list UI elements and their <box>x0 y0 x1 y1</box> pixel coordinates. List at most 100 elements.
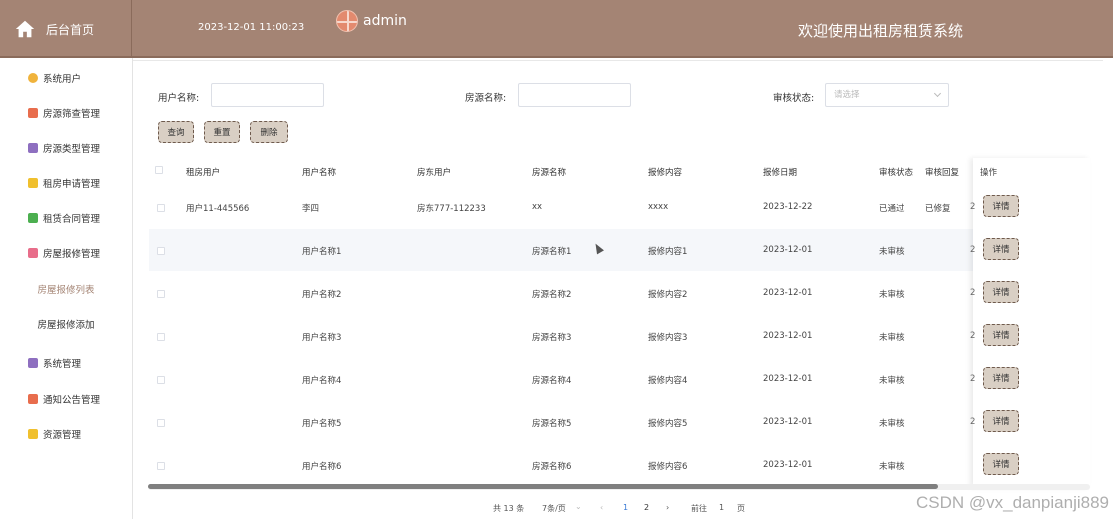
reset-button[interactable]: 重置 <box>204 121 240 143</box>
chevron-down-icon <box>933 89 942 98</box>
cell-review-reply: 已修复 <box>925 204 951 214</box>
house-name-label: 房源名称: <box>465 93 507 104</box>
cell-review-status: 未审核 <box>879 247 905 257</box>
col-repair-content: 报修内容 <box>648 168 683 178</box>
status-label: 审核状态: <box>773 93 815 104</box>
status-select[interactable]: 请选择 <box>825 83 949 107</box>
sidebar-item-house-screening[interactable]: 房源筛查管理 <box>0 101 132 125</box>
detail-button[interactable]: 详情 <box>983 238 1019 260</box>
cell-review-status: 未审核 <box>879 462 905 472</box>
clipped-cell-text: 2 <box>970 331 976 341</box>
gear-icon <box>28 73 38 83</box>
sidebar-item-label: 房屋报修管理 <box>43 249 101 260</box>
table-row[interactable]: 用户名称6 房源名称6 报修内容6 2023-12-01 未审核 <box>149 444 1090 486</box>
table-row[interactable]: 用户名称4 房源名称4 报修内容4 2023-12-01 未审核 <box>149 358 1090 400</box>
sidebar-item-house-type[interactable]: 房源类型管理 <box>0 136 132 160</box>
table-row[interactable]: 用户名称1 房源名称1 报修内容1 2023-12-01 未审核 <box>149 229 1090 271</box>
sidebar-item-system-management[interactable]: 系统管理 <box>0 351 132 375</box>
row-checkbox[interactable] <box>157 333 165 341</box>
page-2[interactable]: 2 <box>644 503 649 512</box>
table-row[interactable]: 用户名称2 房源名称2 报修内容2 2023-12-01 未审核 <box>149 272 1090 314</box>
username-input[interactable] <box>211 83 324 107</box>
delete-button[interactable]: 删除 <box>250 121 288 143</box>
grid-icon <box>28 394 38 404</box>
row-checkbox[interactable] <box>157 419 165 427</box>
document-icon <box>28 248 38 258</box>
user-menu[interactable]: admin <box>336 10 407 32</box>
cell-repair-date: 2023-12-01 <box>763 374 813 384</box>
sidebar-item-resources[interactable]: 资源管理 <box>0 422 132 446</box>
table-row[interactable]: 用户名称3 房源名称3 报修内容3 2023-12-01 未审核 <box>149 315 1090 357</box>
total-count: 共 13 条 <box>493 504 525 513</box>
table-row[interactable]: 用户11-445566 李四 房东777-112233 xx xxxx 2023… <box>149 186 1090 228</box>
sidebar-item-rent-application[interactable]: 租房申请管理 <box>0 171 132 195</box>
detail-button[interactable]: 详情 <box>983 367 1019 389</box>
cell-review-status: 已通过 <box>879 204 905 214</box>
page-title: 欢迎使用出租房租赁系统 <box>797 22 963 40</box>
sidebar-item-notices[interactable]: 通知公告管理 <box>0 387 132 411</box>
sidebar-item-repair-list[interactable]: 房屋报修列表 <box>0 277 132 301</box>
page-1[interactable]: 1 <box>623 503 628 512</box>
select-all-checkbox[interactable] <box>155 166 163 174</box>
row-checkbox[interactable] <box>157 290 165 298</box>
sidebar-item-label: 房源类型管理 <box>43 144 101 155</box>
cell-username: 用户名称1 <box>302 247 342 257</box>
cell-review-status: 未审核 <box>879 333 905 343</box>
current-datetime: 2023-12-01 11:00:23 <box>198 22 305 33</box>
goto-label: 前往 <box>691 504 707 513</box>
sidebar-item-repair-add[interactable]: 房屋报修添加 <box>0 312 132 336</box>
clipped-cell-text: 2 <box>970 245 976 255</box>
clipped-cell-text: 2 <box>970 374 976 384</box>
main-content: 用户名称: 房源名称: 审核状态: 请选择 查询 重置 删除 租房用户 用户名称… <box>133 60 1113 519</box>
message-icon <box>28 213 38 223</box>
cell-house-name: 房源名称2 <box>532 290 572 300</box>
cell-username: 用户名称5 <box>302 419 342 429</box>
box-icon <box>28 358 38 368</box>
cell-repair-content: 报修内容4 <box>648 376 688 386</box>
username: admin <box>363 13 407 29</box>
cell-repair-date: 2023-12-01 <box>763 460 813 470</box>
sidebar-item-label: 系统管理 <box>43 359 82 370</box>
sidebar-item-label: 系统用户 <box>43 74 82 85</box>
col-review-reply: 审核回复 <box>925 168 960 178</box>
col-renter: 租房用户 <box>186 168 221 178</box>
goto-input[interactable]: 1 <box>719 503 724 512</box>
cell-repair-date: 2023-12-01 <box>763 417 813 427</box>
sidebar-item-system-users[interactable]: 系统用户 <box>0 66 132 90</box>
cell-username: 用户名称2 <box>302 290 342 300</box>
cell-repair-content: 报修内容2 <box>648 290 688 300</box>
cell-username: 李四 <box>302 204 320 214</box>
home-link[interactable]: 后台首页 <box>0 0 132 58</box>
sidebar-item-lease-contract[interactable]: 租赁合同管理 <box>0 206 132 230</box>
row-checkbox[interactable] <box>157 376 165 384</box>
detail-button[interactable]: 详情 <box>983 453 1019 475</box>
horizontal-scrollbar-thumb[interactable] <box>148 484 938 489</box>
avatar <box>336 10 358 32</box>
cell-repair-date: 2023-12-01 <box>763 245 813 255</box>
query-button[interactable]: 查询 <box>158 121 194 143</box>
page-size-select[interactable]: 7条/页 <box>542 503 566 514</box>
sidebar-item-repair-management[interactable]: 房屋报修管理 <box>0 241 132 265</box>
cell-repair-date: 2023-12-01 <box>763 331 813 341</box>
detail-button[interactable]: 详情 <box>983 324 1019 346</box>
cell-house-name: 房源名称4 <box>532 376 572 386</box>
col-landlord: 房东用户 <box>417 168 452 178</box>
detail-button[interactable]: 详情 <box>983 281 1019 303</box>
sidebar-item-label: 租赁合同管理 <box>43 214 101 225</box>
prev-page-icon[interactable]: ‹ <box>600 503 603 512</box>
row-checkbox[interactable] <box>157 462 165 470</box>
col-repair-date: 报修日期 <box>763 168 798 178</box>
home-label: 后台首页 <box>46 22 95 37</box>
cell-house-name: 房源名称5 <box>532 419 572 429</box>
house-name-input[interactable] <box>518 83 631 107</box>
detail-button[interactable]: 详情 <box>983 195 1019 217</box>
table-row[interactable]: 用户名称5 房源名称5 报修内容5 2023-12-01 未审核 <box>149 401 1090 443</box>
next-page-icon[interactable]: › <box>666 503 669 512</box>
cell-repair-content: 报修内容6 <box>648 462 688 472</box>
sidebar-item-label: 租房申请管理 <box>43 179 101 190</box>
detail-button[interactable]: 详情 <box>983 410 1019 432</box>
row-checkbox[interactable] <box>157 247 165 255</box>
top-header: 后台首页 2023-12-01 11:00:23 admin 欢迎使用出租房租赁… <box>0 0 1113 58</box>
row-checkbox[interactable] <box>157 204 165 212</box>
sidebar: 系统用户 房源筛查管理 房源类型管理 租房申请管理 租赁合同管理 房屋报修管理 … <box>0 58 133 519</box>
